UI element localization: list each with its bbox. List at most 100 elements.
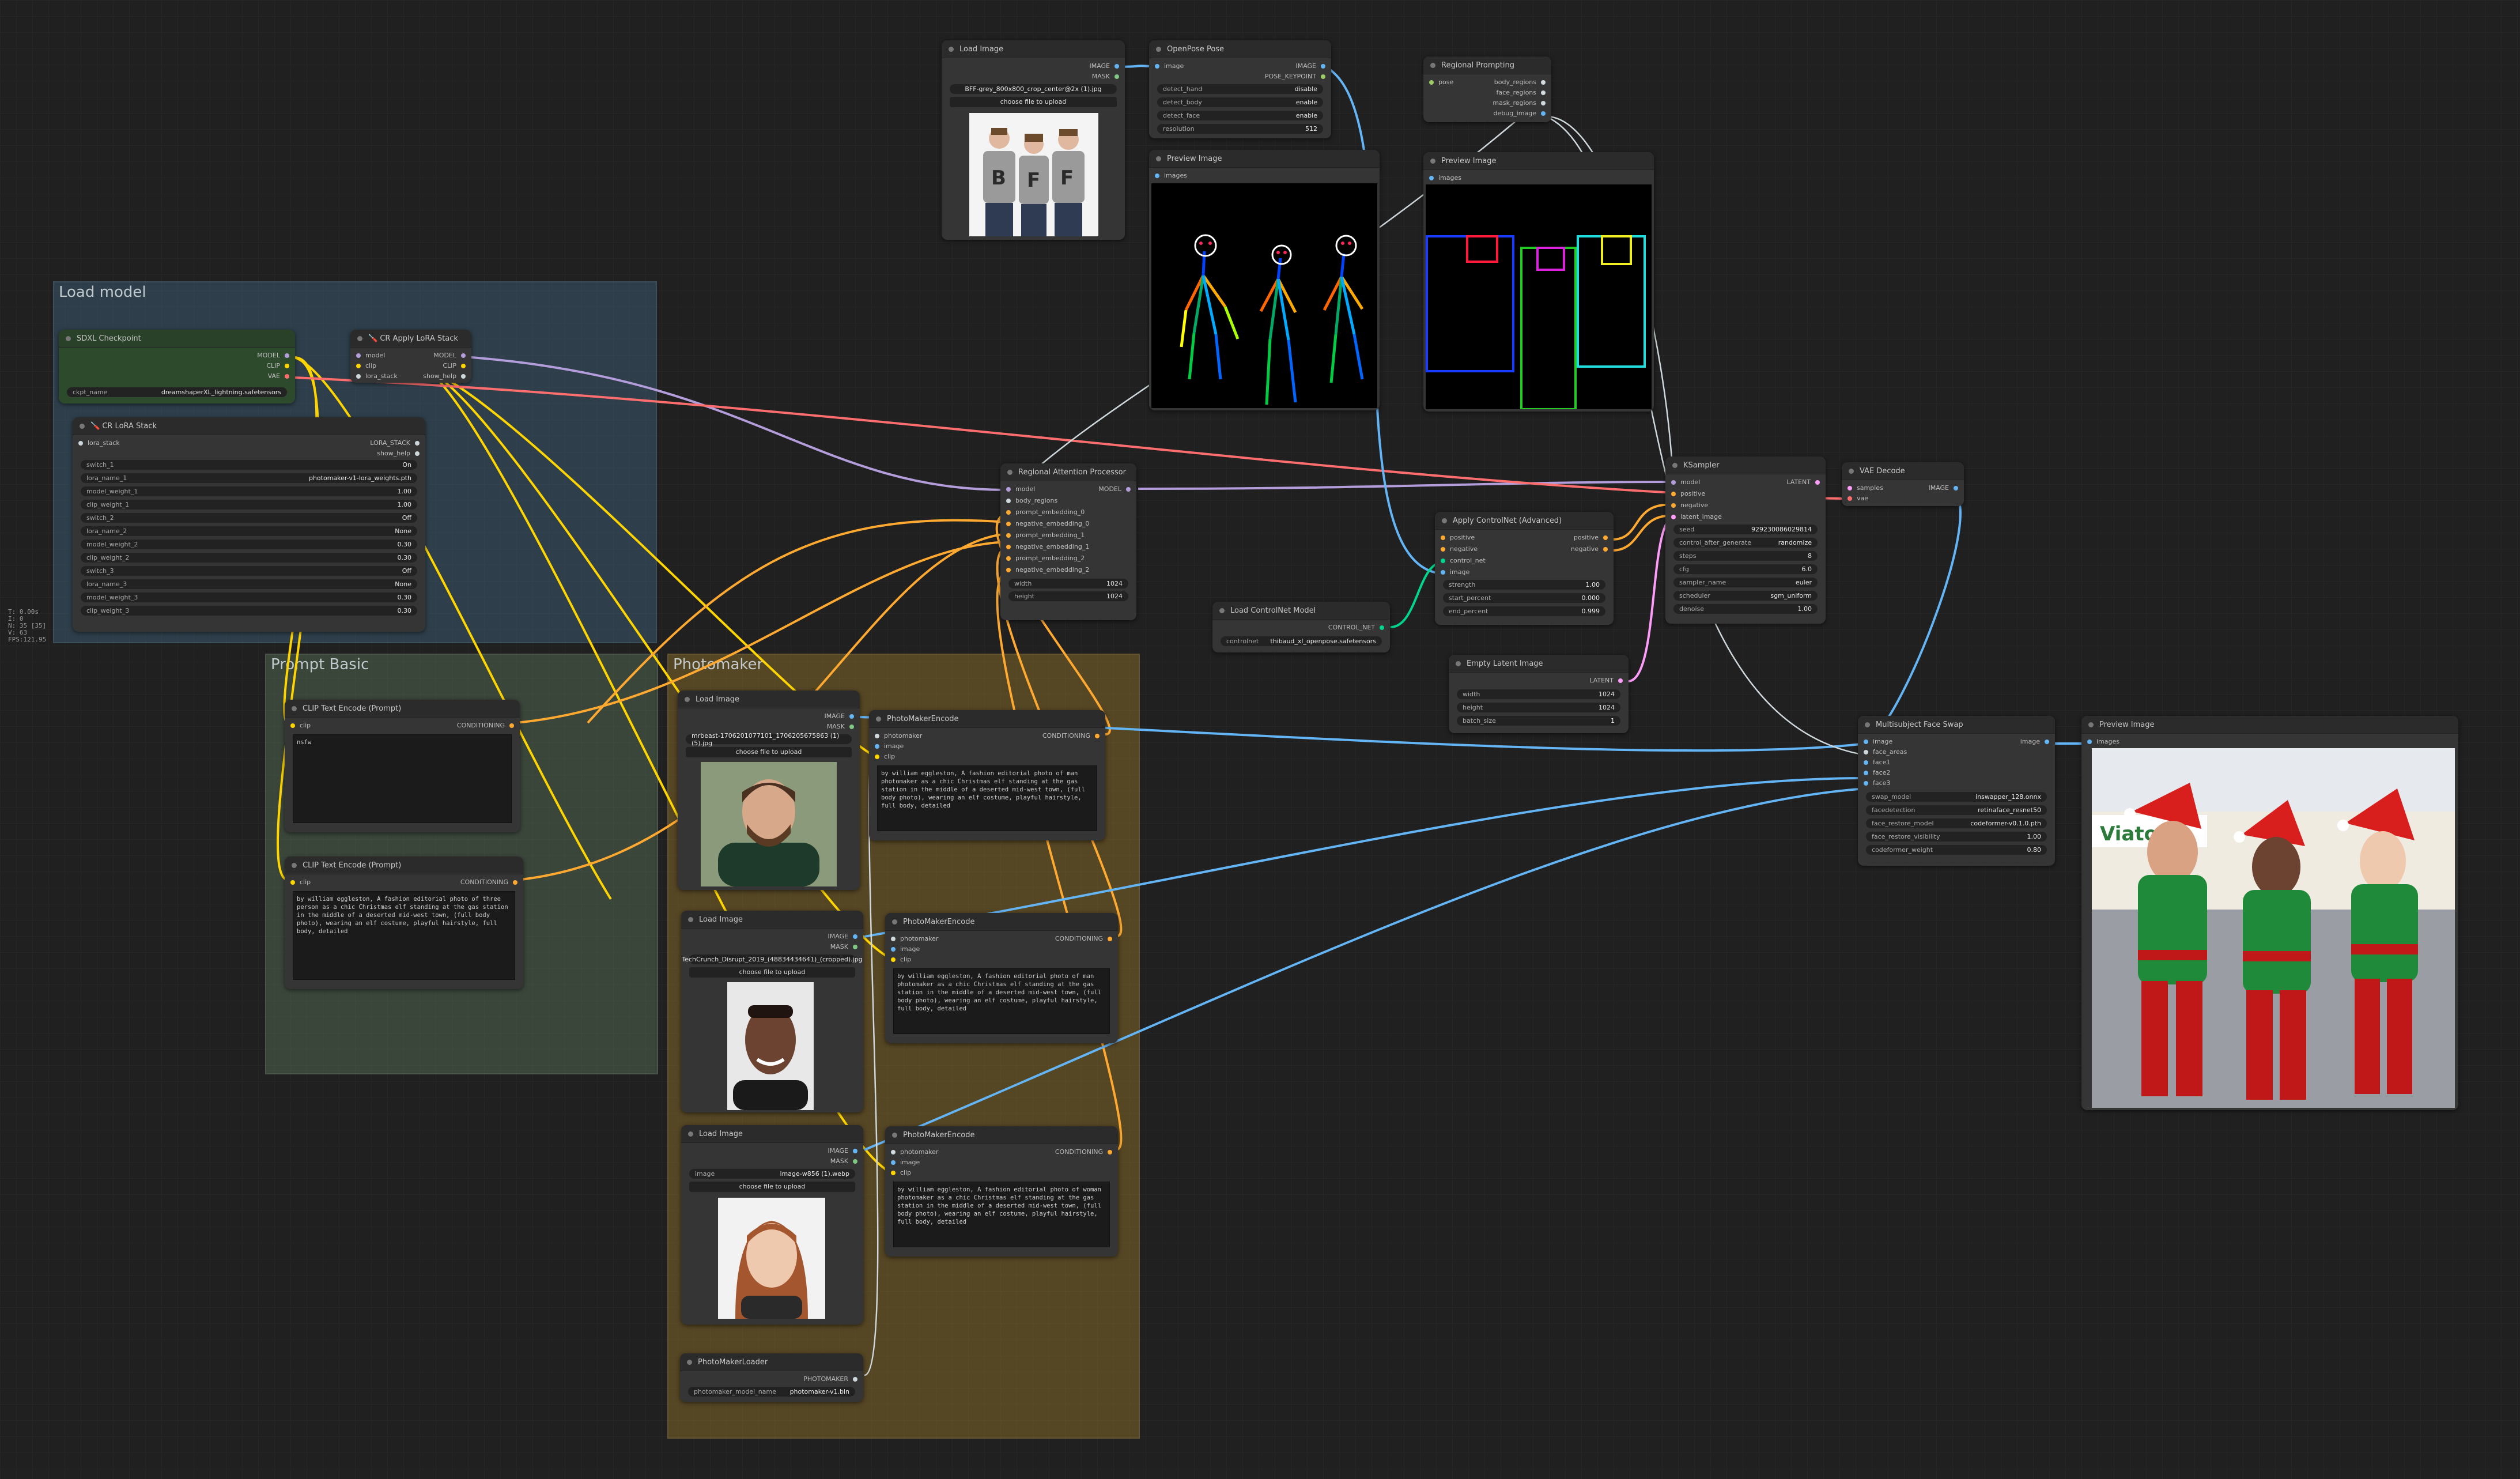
output-image[interactable]: IMAGE bbox=[828, 1146, 857, 1156]
output-mask-regions[interactable]: mask_regions bbox=[1493, 98, 1546, 108]
port-dot-icon[interactable] bbox=[1864, 771, 1868, 775]
output-image[interactable]: IMAGE bbox=[1295, 61, 1325, 71]
prompt-textarea[interactable]: by william eggleston, A fashion editoria… bbox=[877, 765, 1097, 831]
input-pose[interactable]: pose bbox=[1429, 77, 1453, 88]
collapse-dot-icon[interactable] bbox=[687, 1359, 692, 1365]
port-dot-icon[interactable] bbox=[1114, 74, 1119, 79]
input-clip[interactable]: clip bbox=[290, 877, 311, 888]
widget-ckpt-name[interactable]: ckpt_name dreamshaperXL_lightning.safeten… bbox=[67, 387, 287, 397]
output-image[interactable]: image bbox=[2020, 737, 2049, 747]
widget-denoise[interactable]: denoise 1.00 bbox=[1673, 604, 1818, 614]
output-image[interactable]: IMAGE bbox=[1928, 483, 1958, 493]
output-clip[interactable]: CLIP bbox=[443, 361, 466, 371]
node-sdxl-checkpoint[interactable]: SDXL Checkpoint MODEL CLIP VAE ckpt_name… bbox=[59, 330, 295, 403]
widget-control-after-generate[interactable]: control_after_generate randomize bbox=[1673, 538, 1818, 548]
port-dot-icon[interactable] bbox=[1541, 101, 1546, 105]
port-dot-icon[interactable] bbox=[415, 451, 420, 456]
output-show-help[interactable]: show_help bbox=[377, 448, 420, 459]
node-load-image-top[interactable]: Load Image IMAGE MASK BFF-grey_800x800_c… bbox=[942, 40, 1125, 240]
node-photomaker-encode-3[interactable]: PhotoMakerEncode photomaker image clip C… bbox=[885, 1126, 1118, 1257]
port-dot-icon[interactable] bbox=[1954, 486, 1958, 491]
port-dot-icon[interactable] bbox=[1006, 487, 1011, 492]
node-header[interactable]: 🪛 CR Apply LoRA Stack bbox=[350, 330, 471, 348]
image-select[interactable]: BFF-grey_800x800_crop_center@2x (1).jpg bbox=[950, 84, 1117, 94]
input-image[interactable]: image bbox=[875, 741, 904, 752]
image-select[interactable]: mrbeast-1706201077101_1706205675863 (1) … bbox=[686, 732, 852, 747]
collapse-dot-icon[interactable] bbox=[1156, 156, 1161, 161]
port-dot-icon[interactable] bbox=[1541, 90, 1546, 95]
port-dot-icon[interactable] bbox=[1006, 556, 1011, 561]
port-dot-icon[interactable] bbox=[891, 937, 896, 941]
collapse-dot-icon[interactable] bbox=[357, 335, 362, 341]
port-dot-icon[interactable] bbox=[1441, 547, 1445, 552]
collapse-dot-icon[interactable] bbox=[1849, 468, 1854, 474]
widget-face-restore-model[interactable]: face_restore_model codeformer-v0.1.0.pth bbox=[1866, 818, 2047, 828]
output-show-help[interactable]: show_help bbox=[423, 371, 466, 382]
input-prompt-embedding-1[interactable]: prompt_embedding_1 bbox=[1006, 530, 1085, 541]
widget-width[interactable]: width 1024 bbox=[1008, 579, 1128, 588]
input-face2[interactable]: face2 bbox=[1864, 768, 1890, 778]
port-dot-icon[interactable] bbox=[853, 1149, 857, 1153]
port-dot-icon[interactable] bbox=[849, 725, 854, 729]
node-header[interactable]: PhotoMakerEncode bbox=[869, 710, 1105, 728]
node-header[interactable]: PhotoMakerEncode bbox=[885, 913, 1118, 931]
node-apply-controlnet[interactable]: Apply ControlNet (Advanced) positive neg… bbox=[1435, 512, 1614, 625]
widget-sampler-name[interactable]: sampler_name euler bbox=[1673, 578, 1818, 587]
port-dot-icon[interactable] bbox=[1006, 533, 1011, 538]
upload-button[interactable]: choose file to upload bbox=[689, 967, 855, 978]
port-dot-icon[interactable] bbox=[1541, 80, 1546, 85]
port-dot-icon[interactable] bbox=[513, 880, 517, 885]
collapse-dot-icon[interactable] bbox=[292, 705, 297, 711]
input-model[interactable]: model bbox=[1006, 484, 1035, 495]
widget-detect-face[interactable]: detect_face enable bbox=[1157, 111, 1323, 120]
port-dot-icon[interactable] bbox=[1321, 64, 1325, 69]
port-dot-icon[interactable] bbox=[1006, 568, 1011, 572]
upload-button[interactable]: choose file to upload bbox=[689, 1182, 855, 1192]
output-conditioning[interactable]: CONDITIONING bbox=[1055, 1147, 1112, 1157]
port-dot-icon[interactable] bbox=[891, 1160, 896, 1165]
port-dot-icon[interactable] bbox=[1126, 487, 1131, 492]
port-dot-icon[interactable] bbox=[356, 353, 361, 358]
input-image[interactable]: image bbox=[1864, 737, 1892, 747]
output-image[interactable]: IMAGE bbox=[1089, 61, 1119, 71]
port-dot-icon[interactable] bbox=[1671, 492, 1676, 496]
collapse-dot-icon[interactable] bbox=[688, 916, 693, 922]
port-dot-icon[interactable] bbox=[1671, 503, 1676, 508]
input-model[interactable]: model bbox=[1671, 477, 1700, 488]
image-select[interactable]: image image-w856 (1).webp bbox=[689, 1169, 855, 1179]
collapse-dot-icon[interactable] bbox=[949, 46, 954, 52]
collapse-dot-icon[interactable] bbox=[1865, 722, 1870, 727]
input-clip[interactable]: clip bbox=[875, 752, 895, 762]
node-photomaker-encode-2[interactable]: PhotoMakerEncode photomaker image clip C… bbox=[885, 913, 1118, 1043]
collapse-dot-icon[interactable] bbox=[1456, 661, 1461, 666]
node-openpose[interactable]: OpenPose Pose image IMAGE POSE_KEYPOINT … bbox=[1149, 40, 1331, 138]
input-photomaker[interactable]: photomaker bbox=[891, 934, 938, 944]
prompt-textarea-positive[interactable]: by william eggleston, A fashion editoria… bbox=[293, 891, 515, 980]
port-dot-icon[interactable] bbox=[1603, 535, 1608, 540]
node-clip-text-positive[interactable]: CLIP Text Encode (Prompt) clip CONDITION… bbox=[285, 857, 523, 989]
output-mask[interactable]: MASK bbox=[827, 722, 854, 732]
widget-codeformer-weight[interactable]: codeformer_weight 0.80 bbox=[1866, 845, 2047, 855]
port-dot-icon[interactable] bbox=[891, 947, 896, 952]
output-latent[interactable]: LATENT bbox=[1786, 477, 1820, 488]
port-dot-icon[interactable] bbox=[1441, 570, 1445, 575]
port-dot-icon[interactable] bbox=[849, 714, 854, 719]
node-vae-decode[interactable]: VAE Decode samples vae IMAGE bbox=[1842, 462, 1964, 506]
port-dot-icon[interactable] bbox=[891, 1150, 896, 1154]
port-dot-icon[interactable] bbox=[853, 934, 857, 939]
port-dot-icon[interactable] bbox=[461, 353, 466, 358]
port-dot-icon[interactable] bbox=[1671, 480, 1676, 485]
collapse-dot-icon[interactable] bbox=[892, 1132, 897, 1138]
port-dot-icon[interactable] bbox=[1006, 510, 1011, 515]
port-dot-icon[interactable] bbox=[415, 441, 420, 446]
port-dot-icon[interactable] bbox=[1114, 64, 1119, 69]
port-dot-icon[interactable] bbox=[461, 364, 466, 368]
port-dot-icon[interactable] bbox=[356, 364, 361, 368]
port-dot-icon[interactable] bbox=[853, 945, 857, 949]
node-header[interactable]: Load Image bbox=[681, 1125, 863, 1143]
widget-detect-body[interactable]: detect_body enable bbox=[1157, 97, 1323, 107]
widget-height[interactable]: height 1024 bbox=[1008, 591, 1128, 601]
node-header[interactable]: PhotoMakerEncode bbox=[885, 1126, 1118, 1144]
input-body-regions[interactable]: body_regions bbox=[1006, 496, 1057, 506]
widget-strength[interactable]: strength 1.00 bbox=[1443, 580, 1605, 590]
